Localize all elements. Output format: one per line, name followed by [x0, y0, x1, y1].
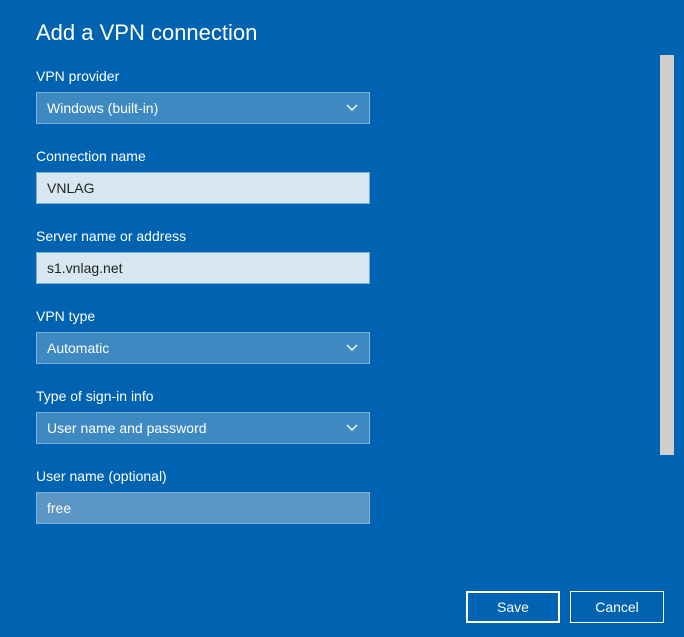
label-vpn-type: VPN type: [36, 308, 648, 324]
save-button-label: Save: [497, 599, 529, 615]
select-vpn-type-value: Automatic: [47, 340, 109, 356]
select-vpn-provider[interactable]: Windows (built-in): [36, 92, 370, 124]
label-vpn-provider: VPN provider: [36, 68, 648, 84]
label-connection-name: Connection name: [36, 148, 648, 164]
select-vpn-provider-value: Windows (built-in): [47, 100, 158, 116]
field-username: User name (optional) free: [36, 468, 648, 524]
cancel-button[interactable]: Cancel: [570, 591, 664, 623]
input-connection-name-value: VNLAG: [47, 180, 94, 196]
input-username-value: free: [47, 500, 71, 516]
field-vpn-provider: VPN provider Windows (built-in): [36, 68, 648, 124]
dialog-content: Add a VPN connection VPN provider Window…: [0, 0, 684, 570]
chevron-down-icon: [345, 101, 359, 115]
chevron-down-icon: [345, 421, 359, 435]
field-server: Server name or address s1.vnlag.net: [36, 228, 648, 284]
select-vpn-type[interactable]: Automatic: [36, 332, 370, 364]
select-signin[interactable]: User name and password: [36, 412, 370, 444]
scrollbar[interactable]: [660, 55, 674, 560]
label-signin: Type of sign-in info: [36, 388, 648, 404]
cancel-button-label: Cancel: [595, 599, 639, 615]
chevron-down-icon: [345, 341, 359, 355]
scrollbar-thumb[interactable]: [660, 55, 674, 455]
input-connection-name[interactable]: VNLAG: [36, 172, 370, 204]
field-connection-name: Connection name VNLAG: [36, 148, 648, 204]
label-server: Server name or address: [36, 228, 648, 244]
field-vpn-type: VPN type Automatic: [36, 308, 648, 364]
input-server[interactable]: s1.vnlag.net: [36, 252, 370, 284]
input-username[interactable]: free: [36, 492, 370, 524]
page-title: Add a VPN connection: [36, 20, 648, 46]
input-server-value: s1.vnlag.net: [47, 260, 123, 276]
save-button[interactable]: Save: [466, 591, 560, 623]
label-username: User name (optional): [36, 468, 648, 484]
field-signin: Type of sign-in info User name and passw…: [36, 388, 648, 444]
select-signin-value: User name and password: [47, 420, 207, 436]
dialog-footer: Save Cancel: [466, 591, 664, 623]
